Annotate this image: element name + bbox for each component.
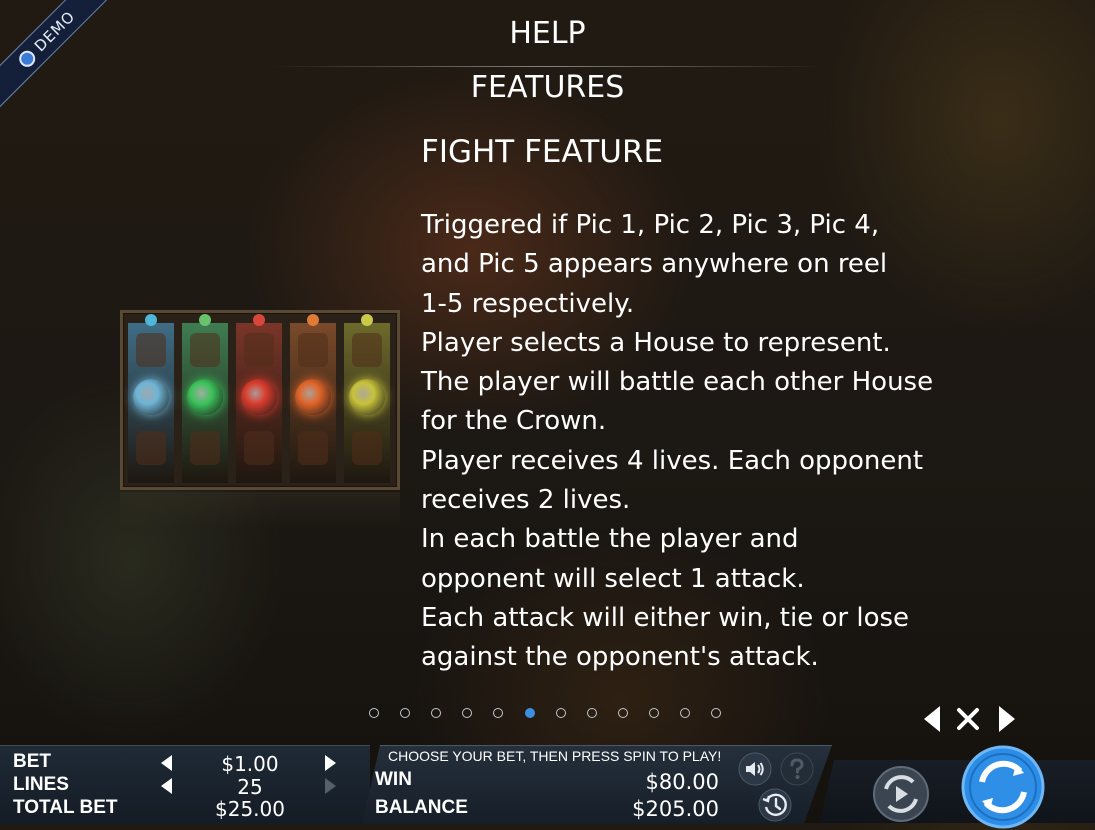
reel-symbol-bottom	[298, 431, 328, 465]
page-dot[interactable]	[431, 708, 442, 718]
spin-button-icon[interactable]	[960, 744, 1046, 830]
reel-symbol-top	[298, 333, 328, 367]
reel-symbol-bottom	[190, 431, 220, 465]
lines-increase-button[interactable]	[325, 778, 336, 794]
reel-symbol-house	[241, 379, 277, 415]
preview-reel	[344, 314, 390, 483]
page-dot[interactable]	[555, 708, 566, 718]
win-value: $80.00	[645, 770, 719, 794]
reel-symbol-bottom	[244, 431, 274, 465]
reel-symbol-bottom	[352, 431, 382, 465]
lines-value: 25	[237, 775, 263, 799]
description-line: In each battle the player and	[421, 524, 799, 555]
page-dot-active[interactable]	[524, 708, 535, 718]
reel-gem	[307, 314, 319, 326]
reel-gem	[145, 314, 157, 326]
autoplay-icon[interactable]	[872, 765, 930, 823]
feature-preview-image	[120, 310, 400, 490]
balance-label: BALANCE	[375, 797, 468, 818]
page-dot[interactable]	[711, 708, 722, 718]
section-title: FEATURES	[470, 70, 625, 105]
description-line: Player selects a House to represent.	[421, 327, 891, 358]
reel-gem	[361, 314, 373, 326]
chevron-right-icon[interactable]	[999, 706, 1015, 732]
controls-panel	[820, 760, 1095, 823]
description-line: Each attack will either win, tie or lose	[421, 602, 910, 633]
help-title: HELP	[509, 16, 586, 51]
reel-symbol-top	[352, 333, 382, 367]
description-line: and Pic 5 appears anywhere on reel	[421, 249, 888, 280]
description-line: The player will battle each other House	[421, 367, 934, 398]
sound-icon[interactable]	[738, 752, 772, 786]
page-dot[interactable]	[680, 708, 690, 718]
reel-symbol-bottom	[136, 431, 166, 465]
page-dot[interactable]	[400, 708, 411, 718]
total-bet-label: TOTAL BET	[13, 797, 118, 818]
description-line: 1-5 respectively.	[421, 288, 635, 319]
description-line: Triggered if Pic 1, Pic 2, Pic 3, Pic 4,	[421, 210, 880, 240]
reel-symbol-house	[349, 379, 385, 415]
reel-symbol-top	[136, 333, 166, 367]
reel-gem	[199, 314, 211, 326]
preview-reel	[182, 314, 228, 483]
reel-symbol-house	[133, 379, 169, 415]
close-icon[interactable]	[955, 704, 981, 734]
win-label: WIN	[375, 769, 412, 790]
preview-reel	[290, 314, 336, 483]
chevron-left-icon[interactable]	[924, 706, 940, 732]
reel-symbol-top	[244, 333, 274, 367]
page-dot[interactable]	[617, 708, 628, 718]
preview-reel	[128, 314, 174, 483]
reel-symbol-house	[187, 379, 223, 415]
description-line: receives 2 lives.	[421, 485, 631, 516]
description-line: Player receives 4 lives. Each opponent	[421, 445, 924, 476]
description-line: against the opponent's attack.	[421, 642, 819, 673]
bet-decrease-button[interactable]	[161, 755, 172, 771]
title-divider	[270, 66, 825, 67]
reel-gem	[253, 314, 265, 326]
help-question-icon[interactable]	[780, 752, 814, 786]
page-dot[interactable]	[648, 708, 659, 718]
preview-reflection	[120, 492, 400, 528]
description-line: opponent will select 1 attack.	[421, 563, 805, 594]
bet-label: BET	[13, 751, 51, 772]
balance-value: $205.00	[632, 797, 719, 821]
feature-description: Triggered if Pic 1, Pic 2, Pic 3, Pic 4,…	[421, 206, 961, 678]
page-dot[interactable]	[369, 708, 379, 718]
reel-symbol-house	[295, 379, 331, 415]
page-dot[interactable]	[493, 708, 504, 718]
page-dot[interactable]	[462, 708, 473, 718]
description-line: for the Crown.	[421, 406, 607, 437]
feature-heading: FIGHT FEATURE	[421, 134, 664, 170]
bet-increase-button[interactable]	[325, 755, 336, 771]
reel-symbol-top	[190, 333, 220, 367]
history-icon[interactable]	[758, 788, 792, 822]
page-dot[interactable]	[586, 708, 597, 718]
spin-prompt: CHOOSE YOUR BET, THEN PRESS SPIN TO PLAY…	[388, 748, 722, 764]
lines-label: LINES	[13, 774, 69, 795]
lines-decrease-button[interactable]	[161, 778, 172, 794]
bet-value: $1.00	[221, 752, 279, 776]
preview-reel	[236, 314, 282, 483]
total-bet-value: $25.00	[215, 797, 285, 821]
